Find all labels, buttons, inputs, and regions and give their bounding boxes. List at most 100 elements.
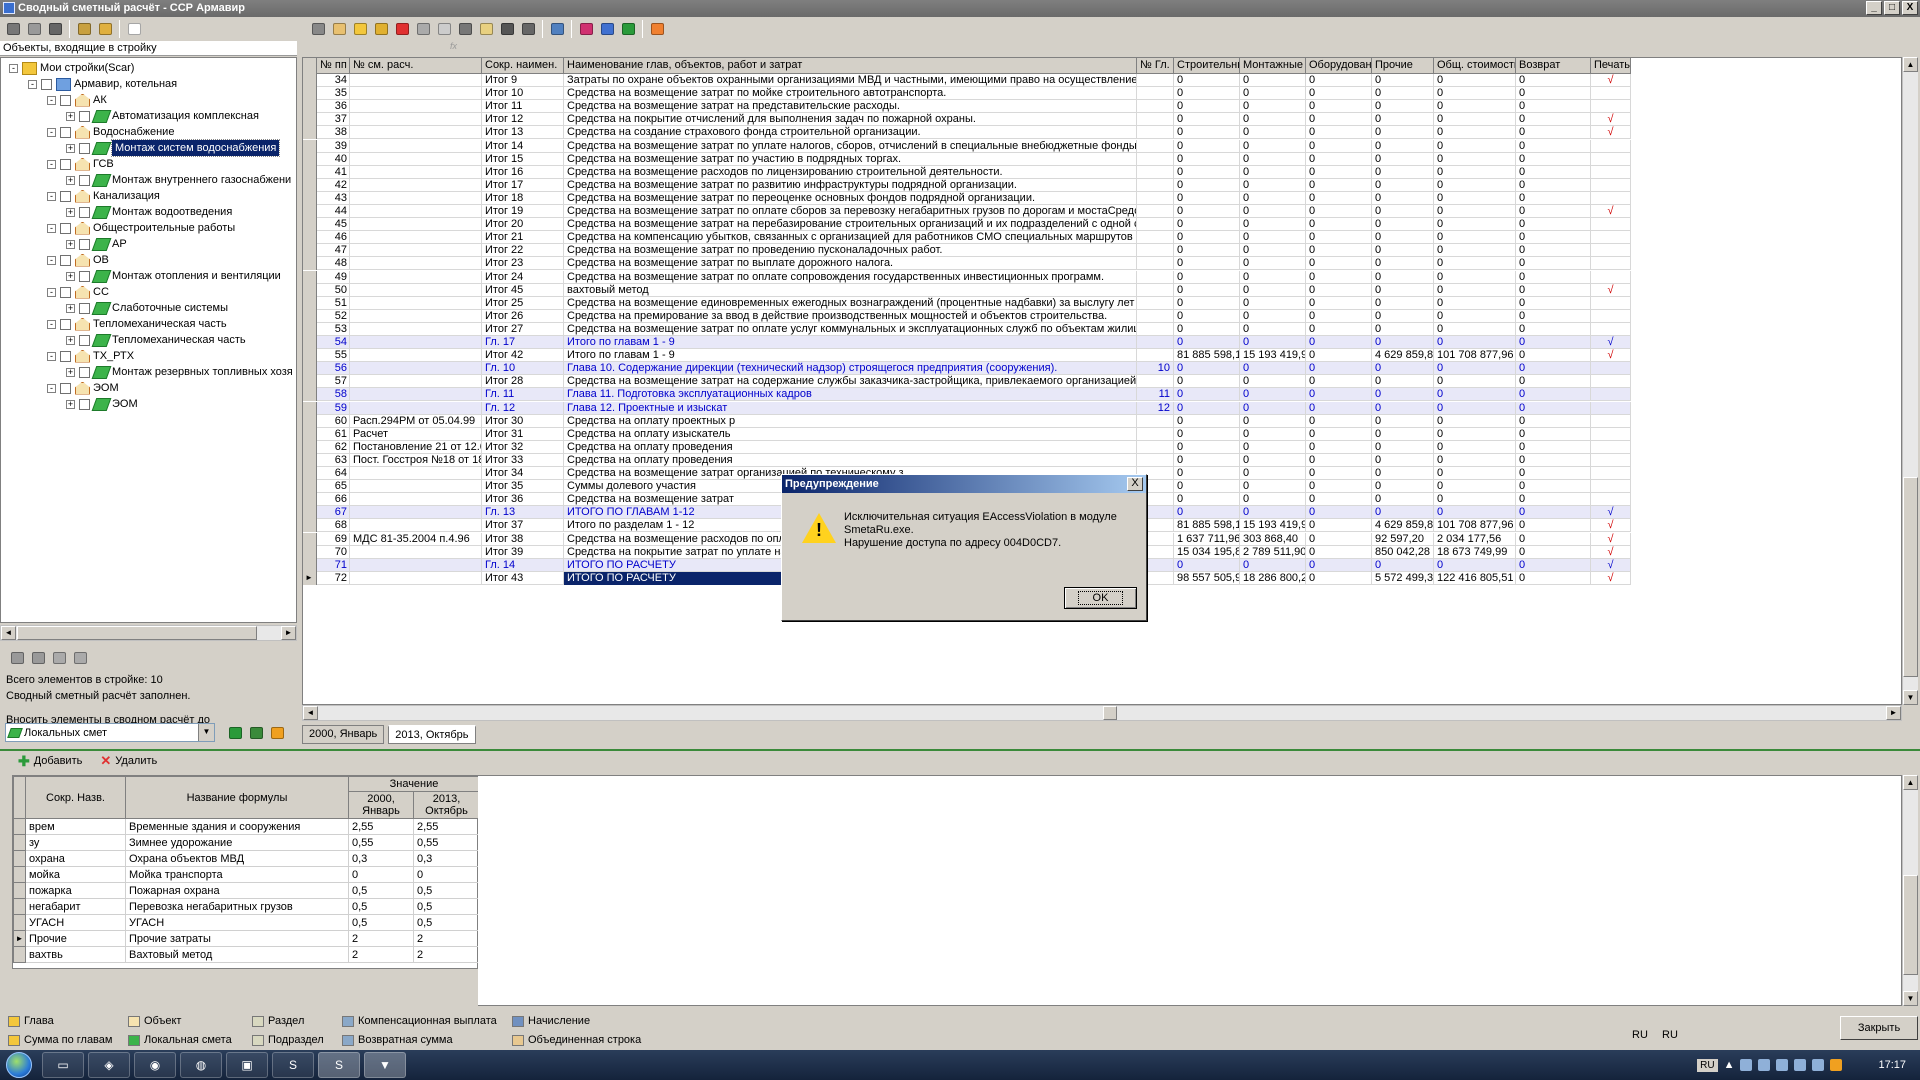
tree-checkbox[interactable] <box>79 398 90 410</box>
cell-obor[interactable]: 0 <box>1306 100 1372 114</box>
cell-mont[interactable]: 0 <box>1240 322 1306 336</box>
cell-gl[interactable] <box>1137 283 1174 297</box>
cell-name[interactable]: Средства на создание страхового фонда ст… <box>564 126 1137 140</box>
formula-cell-v1[interactable]: 0,5 <box>348 898 414 915</box>
cell-obor[interactable]: 0 <box>1306 74 1372 87</box>
row-indicator[interactable] <box>303 453 317 467</box>
row-indicator[interactable] <box>303 467 317 480</box>
formula-cell-name[interactable]: Пожарная охрана <box>125 882 349 899</box>
table-row[interactable]: 37 Итог 12 Средства на покрытие отчислений… <box>303 113 1631 127</box>
tree-item[interactable]: + ЭОМ <box>66 396 138 412</box>
collapse-icon[interactable]: - <box>47 255 56 265</box>
scroll-right-icon[interactable]: ► <box>1886 706 1901 720</box>
formula-cell-v2[interactable]: 2 <box>413 930 480 947</box>
cell-calc[interactable] <box>350 270 482 284</box>
cell-gl[interactable] <box>1137 309 1174 323</box>
col-period-2000[interactable]: 2000, Январь <box>348 791 414 819</box>
table-row[interactable]: 63Пост. Госстроя №18 от 18.08.9Итог 33Ср… <box>303 453 1631 467</box>
tree-checkbox[interactable] <box>79 366 90 378</box>
formula-row[interactable]: негабарит Перевозка негабаритных грузов 0,… <box>13 898 480 915</box>
cell-print[interactable] <box>1591 231 1631 245</box>
cell-proch[interactable]: 0 <box>1372 165 1434 179</box>
calculator-icon[interactable] <box>548 20 566 38</box>
cell-mont[interactable]: 0 <box>1240 218 1306 232</box>
cell-print[interactable] <box>1591 270 1631 284</box>
cell-short[interactable]: Итог 27 <box>482 322 564 336</box>
tree-checkbox[interactable] <box>60 286 71 298</box>
scroll-thumb[interactable] <box>1103 706 1117 720</box>
cell-total[interactable]: 0 <box>1434 375 1516 389</box>
cell-proch[interactable]: 0 <box>1372 283 1434 297</box>
cell-short[interactable]: Гл. 11 <box>482 388 564 402</box>
cell-vozv[interactable]: 0 <box>1516 152 1591 166</box>
close-window-button[interactable]: X <box>1902 1 1918 15</box>
table-row[interactable]: 55 Итог 42 Итого по главам 1 - 9 81 885 598… <box>303 349 1631 363</box>
column-header[interactable]: Строительные <box>1174 58 1240 74</box>
formula-cell-short[interactable]: зу <box>25 834 126 851</box>
cell-print[interactable] <box>1591 165 1631 179</box>
tray-arrow-icon[interactable]: ▲ <box>1724 1059 1735 1071</box>
paste-icon[interactable] <box>435 20 453 38</box>
cell-vozv[interactable]: 0 <box>1516 427 1591 441</box>
row-indicator[interactable] <box>303 205 317 218</box>
cell-str[interactable]: 0 <box>1174 165 1240 179</box>
cell-mont[interactable]: 0 <box>1240 414 1306 428</box>
cell-total[interactable]: 0 <box>1434 126 1516 140</box>
grid-vertical-scrollbar[interactable]: ▲ ▼ <box>1902 57 1918 705</box>
cell-calc[interactable] <box>350 205 482 218</box>
formula-cell-v2[interactable]: 0 <box>413 866 480 883</box>
tree-horizontal-scrollbar[interactable]: ◄ ► <box>0 625 297 641</box>
expand-icon[interactable]: + <box>66 335 75 345</box>
cell-calc[interactable] <box>350 218 482 232</box>
scroll-down-icon[interactable]: ▼ <box>1903 690 1918 705</box>
cell-proch[interactable]: 0 <box>1372 100 1434 114</box>
cell-name[interactable]: Итого по главам 1 - 9 <box>564 349 1137 363</box>
cell-short[interactable]: Итог 9 <box>482 74 564 87</box>
cell-gl[interactable] <box>1137 126 1174 140</box>
cell-calc[interactable] <box>350 257 482 271</box>
cell-name[interactable]: Средства на оплату проектных р <box>564 414 1137 428</box>
tree-checkbox[interactable] <box>60 350 71 362</box>
cell-total[interactable]: 0 <box>1434 231 1516 245</box>
row-indicator[interactable] <box>303 257 317 271</box>
cell-mont[interactable]: 0 <box>1240 296 1306 310</box>
cell-short[interactable]: Итог 26 <box>482 309 564 323</box>
arrow-down-icon[interactable] <box>29 649 47 667</box>
row-indicator[interactable] <box>303 375 317 389</box>
brush-icon[interactable] <box>577 20 595 38</box>
cell-vozv[interactable]: 0 <box>1516 506 1591 520</box>
cell-str[interactable]: 81 885 598,14 <box>1174 349 1240 363</box>
cell-name[interactable]: вахтовый метод <box>564 283 1137 297</box>
cell-proch[interactable]: 0 <box>1372 414 1434 428</box>
collapse-icon[interactable]: - <box>47 191 56 201</box>
cell-obor[interactable]: 0 <box>1306 322 1372 336</box>
cell-total[interactable]: 0 <box>1434 74 1516 87</box>
cell-gl[interactable] <box>1137 100 1174 114</box>
tree-checkbox[interactable] <box>79 110 90 122</box>
tree-checkbox[interactable] <box>60 222 71 234</box>
cell-str[interactable]: 0 <box>1174 480 1240 494</box>
ok-button[interactable]: OK <box>1064 587 1137 609</box>
row-indicator[interactable] <box>303 349 317 363</box>
cell-str[interactable]: 0 <box>1174 401 1240 415</box>
cell-short[interactable]: Итог 25 <box>482 296 564 310</box>
cell-total[interactable]: 0 <box>1434 506 1516 520</box>
cell-n[interactable]: 36 <box>317 100 350 114</box>
close-icon[interactable] <box>393 20 411 38</box>
formula-cell-short[interactable]: негабарит <box>25 898 126 915</box>
start-button[interactable] <box>0 1050 38 1080</box>
table-row[interactable]: 56 Гл. 10 Глава 10. Содержание дирекции (т… <box>303 362 1631 376</box>
cell-calc[interactable] <box>350 113 482 127</box>
new-icon[interactable] <box>4 20 22 38</box>
cell-obor[interactable]: 0 <box>1306 349 1372 363</box>
row-indicator[interactable] <box>303 322 317 336</box>
help-icon[interactable] <box>125 20 143 38</box>
cell-n[interactable]: 55 <box>317 349 350 363</box>
cell-n[interactable]: 35 <box>317 87 350 101</box>
cell-str[interactable]: 0 <box>1174 467 1240 480</box>
cell-str[interactable]: 0 <box>1174 113 1240 127</box>
cell-calc[interactable]: Расчет <box>350 427 482 441</box>
cell-obor[interactable]: 0 <box>1306 414 1372 428</box>
cell-short[interactable]: Итог 28 <box>482 375 564 389</box>
cell-print[interactable] <box>1591 191 1631 205</box>
